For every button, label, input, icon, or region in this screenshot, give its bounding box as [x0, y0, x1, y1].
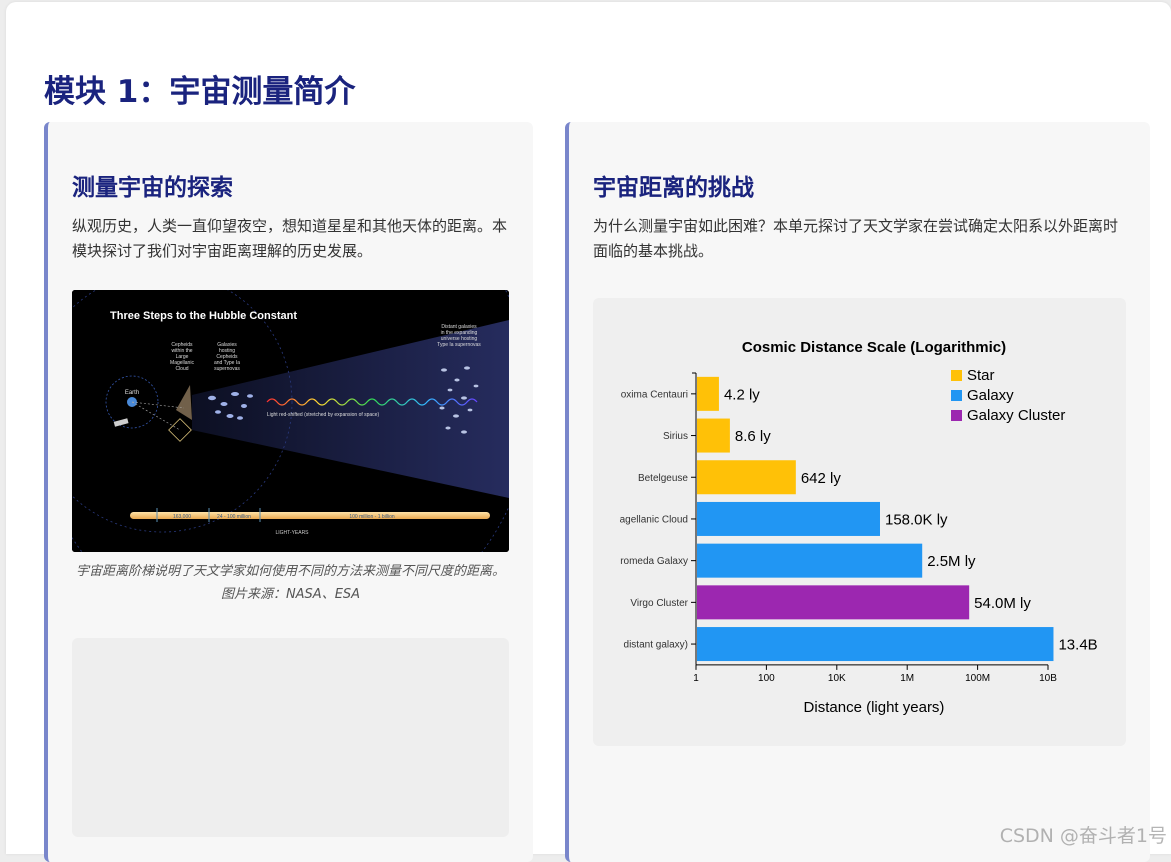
card-text: 为什么测量宇宙如此困难？本单元探讨了天文学家在尝试确定太阳系以外距离时面临的基本… [593, 217, 1119, 260]
card-title: 测量宇宙的探索 [72, 175, 233, 201]
scale-label-3: 100 million - 1 billion [349, 514, 395, 520]
data-label: 13.4B [1058, 637, 1097, 654]
legend-swatch [951, 390, 962, 401]
watermark: CSDN @奋斗者1号 [999, 825, 1167, 847]
data-label: 642 ly [801, 470, 842, 487]
bar [697, 543, 923, 578]
data-label: 54.0M ly [974, 595, 1031, 612]
y-tick-label: oxima Centauri [621, 389, 688, 400]
image-heading: Three Steps to the Hubble Constant [110, 310, 297, 322]
label-redshift: Light red-shifted (stretched by expansio… [267, 412, 380, 418]
data-label: 8.6 ly [735, 428, 771, 445]
hubble-constant-image: Earth Three Steps to the Hubble Constant… [72, 290, 509, 552]
x-tick-label: 10K [828, 673, 846, 684]
y-tick-label: Sirius [663, 431, 688, 442]
y-tick-label: Virgo Cluster [630, 598, 688, 609]
bar [697, 501, 880, 536]
y-tick-label: romeda Galaxy [620, 556, 688, 567]
legend-label: Galaxy Cluster [967, 407, 1065, 424]
hubble-diagram: Earth Three Steps to the Hubble Constant… [72, 290, 509, 552]
card-text: 纵观历史，人类一直仰望夜空，想知道星星和其他天体的距离。本模块探讨了我们对宇宙距… [72, 217, 508, 260]
bar [697, 460, 796, 495]
data-label: 2.5M ly [927, 553, 976, 570]
x-tick-label: 100 [758, 673, 775, 684]
y-tick-label: Betelgeuse [638, 473, 688, 484]
chart-container: Cosmic Distance Scale (Logarithmic) Dist… [593, 298, 1126, 746]
chart-title: Cosmic Distance Scale (Logarithmic) [742, 339, 1006, 356]
x-tick-label: 100M [965, 673, 990, 684]
bar [697, 418, 730, 453]
legend-swatch [951, 370, 962, 381]
figure-caption: 宇宙距离阶梯说明了天文学家如何使用不同的方法来测量不同尺度的距离。图片来源：NA… [75, 564, 505, 602]
card-distance-challenge: 宇宙距离的挑战 为什么测量宇宙如此困难？本单元探讨了天文学家在尝试确定太阳系以外… [565, 122, 1150, 862]
bar [697, 585, 970, 620]
label-cepheids-5: Cloud [175, 366, 188, 372]
label-earth: Earth [125, 390, 139, 396]
data-label: 158.0K ly [885, 511, 948, 528]
legend-label: Star [967, 367, 995, 384]
label-galaxies-5: supernovas [214, 366, 240, 372]
data-label: 4.2 ly [724, 386, 760, 403]
y-tick-label: distant galaxy) [624, 640, 688, 651]
card-title: 宇宙距离的挑战 [593, 175, 754, 201]
page-container: 模块 1：宇宙测量简介 测量宇宙的探索 纵观历史，人类一直仰望夜空，想知道星星和… [6, 2, 1171, 862]
bar [697, 627, 1054, 662]
x-tick-label: 10B [1039, 673, 1057, 684]
y-tick-label: agellanic Cloud [620, 514, 688, 525]
legend-swatch [951, 410, 962, 421]
scale-label-1: 163,000 [173, 514, 191, 520]
scale-label-2: 24 - 100 million [217, 514, 251, 520]
cosmic-distance-chart: Cosmic Distance Scale (Logarithmic) Dist… [620, 339, 1098, 716]
legend-label: Galaxy [967, 387, 1014, 404]
card-measuring-quest: 测量宇宙的探索 纵观历史，人类一直仰望夜空，想知道星星和其他天体的距离。本模块探… [44, 122, 533, 862]
content-placeholder [72, 638, 509, 837]
x-tick-label: 1 [693, 673, 699, 684]
x-axis-label: Distance (light years) [804, 699, 945, 716]
page-title: 模块 1：宇宙测量简介 [44, 74, 356, 110]
bar [697, 376, 719, 411]
scale-units: LIGHT-YEARS [275, 530, 309, 536]
x-tick-label: 1M [900, 673, 914, 684]
label-distant-4: Type Ia supernovas [437, 342, 481, 348]
